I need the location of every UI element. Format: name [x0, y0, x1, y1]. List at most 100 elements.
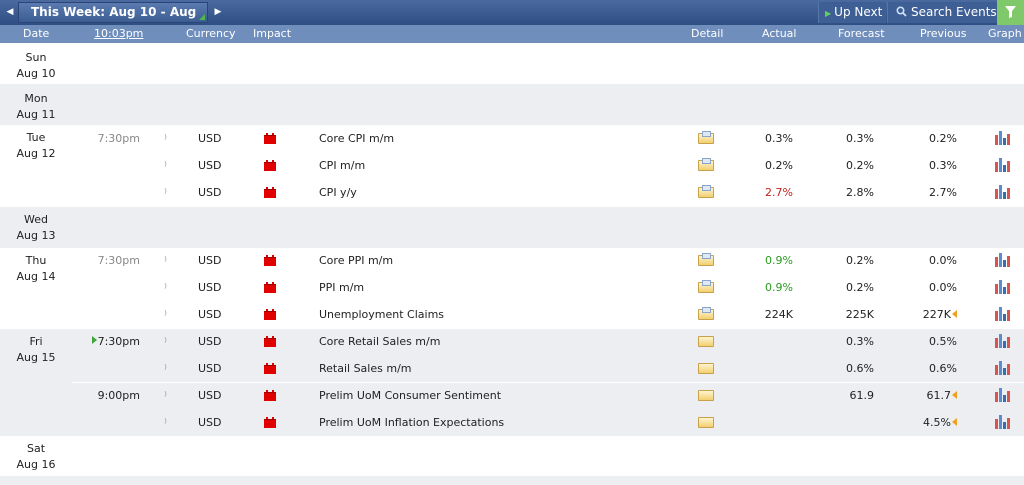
graph-bar	[999, 185, 1002, 199]
graph-bar	[995, 189, 998, 199]
event-row[interactable]: 9:00pm ⁾ USD Prelim UoM Consumer Sentiment 6…	[0, 388, 1024, 404]
detail-folder-icon[interactable]	[698, 158, 715, 171]
graph-icon[interactable]	[995, 131, 1011, 145]
detail-folder-icon[interactable]	[698, 131, 715, 144]
event-row[interactable]: ⁾ USD CPI y/y 2.7% 2.8% 2.7%	[0, 185, 1024, 201]
event-previous: 0.0%	[900, 253, 957, 269]
event-row[interactable]: 7:30pm ⁾ USD Core Retail Sales m/m 0.3% 0.5%	[0, 334, 1024, 350]
detail-folder-icon[interactable]	[698, 185, 715, 198]
high-impact-icon[interactable]	[264, 133, 276, 144]
event-row[interactable]: 7:30pm ⁾ USD Core CPI m/m 0.3% 0.3% 0.2%	[0, 131, 1024, 147]
speaker-icon[interactable]: ⁾	[164, 388, 174, 404]
folder-icon	[698, 185, 714, 198]
high-impact-icon[interactable]	[264, 187, 276, 198]
event-previous-text: 0.5%	[929, 335, 957, 348]
event-title[interactable]: CPI y/y	[319, 185, 639, 201]
event-title[interactable]: PPI m/m	[319, 280, 639, 296]
filter-button[interactable]	[997, 0, 1024, 25]
high-impact-icon[interactable]	[264, 160, 276, 171]
day-row-sat: Sat Aug 16	[0, 436, 1024, 476]
speaker-icon[interactable]: ⁾	[164, 185, 174, 201]
graph-icon[interactable]	[995, 185, 1011, 199]
event-row[interactable]: ⁾ USD Prelim UoM Inflation Expectations 4.5…	[0, 415, 1024, 431]
day-label: Mon Aug 11	[0, 91, 72, 123]
detail-folder-icon[interactable]	[698, 253, 715, 266]
revision-marker-icon[interactable]	[952, 310, 957, 318]
high-impact-icon[interactable]	[264, 417, 276, 428]
event-row[interactable]: ⁾ USD Retail Sales m/m 0.6% 0.6%	[0, 361, 1024, 377]
graph-icon[interactable]	[995, 388, 1011, 402]
high-impact-icon[interactable]	[264, 282, 276, 293]
next-week-arrow-icon[interactable]: ▶	[209, 4, 227, 21]
high-impact-icon[interactable]	[264, 255, 276, 266]
graph-icon[interactable]	[995, 361, 1011, 375]
event-row[interactable]: ⁾ USD PPI m/m 0.9% 0.2% 0.0%	[0, 280, 1024, 296]
day-label: Wed Aug 13	[0, 212, 72, 244]
graph-icon[interactable]	[995, 334, 1011, 348]
event-previous-text: 2.7%	[929, 186, 957, 199]
graph-bar	[1003, 260, 1006, 267]
speaker-icon[interactable]: ⁾	[164, 307, 174, 323]
graph-icon[interactable]	[995, 307, 1011, 321]
graph-bar	[995, 338, 998, 348]
high-impact-icon[interactable]	[264, 390, 276, 401]
event-forecast: 61.9	[849, 389, 875, 402]
event-title[interactable]: Retail Sales m/m	[319, 361, 639, 377]
header-previous: Previous	[920, 27, 967, 40]
event-title[interactable]: Prelim UoM Consumer Sentiment	[319, 388, 639, 404]
column-header: Date 10:03pm Currency Impact Detail Actu…	[0, 25, 1024, 43]
group-divider	[72, 382, 1024, 383]
header-actual: Actual	[762, 27, 797, 40]
event-actual: 0.2%	[765, 159, 793, 172]
high-impact-icon[interactable]	[264, 309, 276, 320]
day-label: Sun Aug 10	[0, 50, 72, 82]
graph-bar	[1003, 341, 1006, 348]
speaker-icon[interactable]: ⁾	[164, 253, 174, 269]
speaker-icon[interactable]: ⁾	[164, 334, 174, 350]
graph-icon[interactable]	[995, 158, 1011, 172]
folder-icon	[698, 417, 714, 428]
detail-folder-icon[interactable]	[698, 334, 715, 347]
event-row[interactable]: ⁾ USD Unemployment Claims 224K 225K 227K	[0, 307, 1024, 323]
up-next-button[interactable]: ▶ Up Next	[818, 2, 886, 23]
speaker-icon[interactable]: ⁾	[164, 415, 174, 431]
previous-week-arrow-icon[interactable]: ◀	[1, 4, 19, 21]
revision-marker-icon[interactable]	[952, 418, 957, 426]
event-row[interactable]: 7:30pm ⁾ USD Core PPI m/m 0.9% 0.2% 0.0%	[0, 253, 1024, 269]
detail-folder-icon[interactable]	[698, 307, 715, 320]
day-row-wed: Wed Aug 13	[0, 207, 1024, 248]
speaker-icon[interactable]: ⁾	[164, 361, 174, 377]
detail-folder-icon[interactable]	[698, 415, 715, 428]
event-forecast: 0.3%	[846, 132, 874, 145]
search-events-button[interactable]: Search Events	[887, 2, 997, 23]
speaker-icon[interactable]: ⁾	[164, 280, 174, 296]
speaker-icon[interactable]: ⁾	[164, 131, 174, 147]
detail-folder-icon[interactable]	[698, 280, 715, 293]
folder-icon	[698, 390, 714, 401]
event-previous: 0.3%	[900, 158, 957, 174]
event-title[interactable]: Core PPI m/m	[319, 253, 639, 269]
graph-icon[interactable]	[995, 253, 1011, 267]
week-selector-button[interactable]: This Week: Aug 10 - Aug 16	[18, 2, 208, 38]
header-currency: Currency	[186, 27, 236, 40]
graph-bar	[1007, 418, 1010, 429]
event-title[interactable]: CPI m/m	[319, 158, 639, 174]
detail-folder-icon[interactable]	[698, 388, 715, 401]
speaker-icon[interactable]: ⁾	[164, 158, 174, 174]
event-time: 9:00pm	[78, 388, 140, 404]
high-impact-icon[interactable]	[264, 363, 276, 374]
graph-icon[interactable]	[995, 415, 1011, 429]
detail-folder-icon[interactable]	[698, 361, 715, 374]
event-title[interactable]: Prelim UoM Inflation Expectations	[319, 415, 639, 431]
event-title[interactable]: Core Retail Sales m/m	[319, 334, 639, 350]
event-title[interactable]: Core CPI m/m	[319, 131, 639, 147]
high-impact-icon[interactable]	[264, 336, 276, 347]
event-title[interactable]: Unemployment Claims	[319, 307, 639, 323]
event-row[interactable]: ⁾ USD CPI m/m 0.2% 0.2% 0.3%	[0, 158, 1024, 174]
graph-icon[interactable]	[995, 280, 1011, 294]
header-current-time[interactable]: 10:03pm	[94, 27, 143, 40]
event-currency: USD	[198, 132, 222, 145]
folder-icon	[698, 253, 714, 266]
revision-marker-icon[interactable]	[952, 391, 957, 399]
graph-bar	[995, 257, 998, 267]
